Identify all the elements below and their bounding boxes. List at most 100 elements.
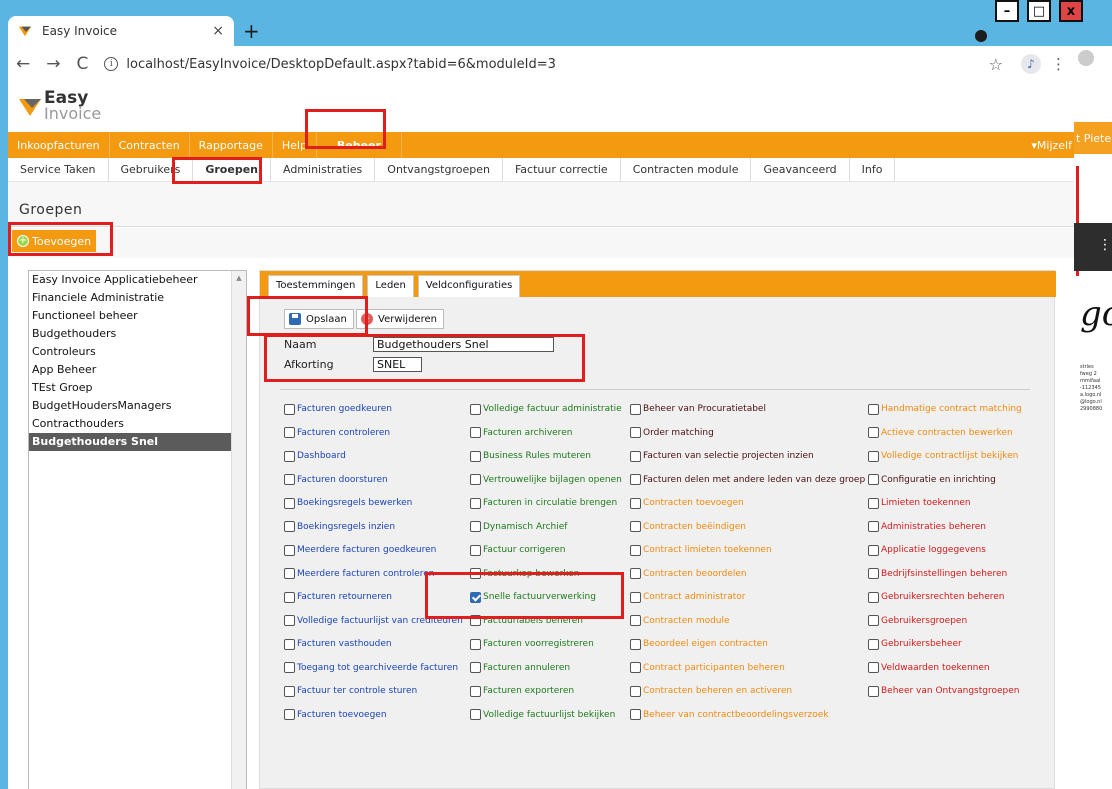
subnav-groepen[interactable]: Groepen — [193, 157, 271, 182]
checkbox[interactable] — [630, 450, 641, 462]
checkbox[interactable] — [284, 591, 295, 603]
scroll-up-icon[interactable]: ▲ — [232, 274, 246, 282]
permission-checkbox-row[interactable]: Facturen voorregistreren — [470, 636, 594, 652]
permission-checkbox-row[interactable]: Factuurlabels beheren — [470, 613, 583, 629]
permission-checkbox-row[interactable]: Volledige factuurlijst van crediteuren — [284, 613, 463, 629]
checkbox[interactable] — [630, 591, 641, 603]
permission-checkbox-row[interactable]: Veldwaarden toekennen — [868, 660, 990, 676]
permission-checkbox-row[interactable]: Meerdere facturen controleren — [284, 566, 434, 582]
permission-checkbox-row[interactable]: Beoordeel eigen contracten — [630, 636, 768, 652]
subnav-geavanceerd[interactable]: Geavanceerd — [751, 157, 850, 182]
permission-checkbox-row[interactable]: Applicatie loggegevens — [868, 542, 986, 558]
permission-checkbox-row[interactable]: Facturen exporteren — [470, 683, 574, 699]
extension-icon[interactable]: ♪ — [1021, 54, 1041, 74]
permission-checkbox-row[interactable]: Volledige factuur administratie — [470, 401, 622, 417]
permission-checkbox-row[interactable]: Volledige factuurlijst bekijken — [470, 707, 615, 723]
group-list-scrollbar[interactable]: ▲ — [231, 271, 246, 789]
delete-button[interactable]: – Verwijderen — [356, 309, 444, 329]
permission-checkbox-row[interactable]: Contracten toevoegen — [630, 495, 744, 511]
checkbox[interactable] — [470, 544, 481, 556]
checkbox[interactable] — [630, 497, 641, 509]
checkbox[interactable] — [284, 615, 295, 626]
permission-checkbox-row[interactable]: Gebruikersrechten beheren — [868, 589, 1005, 605]
permission-checkbox-row[interactable]: Facturen doorsturen — [284, 472, 388, 488]
permission-checkbox-row[interactable]: Contract administrator — [630, 589, 745, 605]
permission-checkbox-row[interactable]: Volledige contractlijst bekijken — [868, 448, 1018, 464]
checkbox[interactable] — [868, 568, 879, 579]
permission-checkbox-row[interactable]: Factuur corrigeren — [470, 542, 566, 558]
checkbox[interactable] — [630, 662, 641, 673]
permission-checkbox-row[interactable]: Facturen vasthouden — [284, 636, 392, 652]
checkbox[interactable] — [868, 544, 879, 556]
checkbox[interactable] — [470, 474, 481, 485]
checkbox[interactable] — [470, 662, 481, 673]
checkbox[interactable] — [868, 403, 879, 415]
checkbox[interactable] — [630, 638, 641, 650]
address-bar[interactable]: localhost/EasyInvoice/DesktopDefault.asp… — [126, 57, 988, 72]
checkbox[interactable] — [284, 709, 295, 720]
checkbox[interactable] — [868, 615, 879, 626]
checkbox[interactable] — [470, 521, 481, 532]
permission-checkbox-row[interactable]: Gebruikersbeheer — [868, 636, 962, 652]
checkbox[interactable] — [868, 427, 879, 438]
permission-checkbox-row[interactable]: Beheer van Ontvangstgroepen — [868, 683, 1019, 699]
permission-checkbox-row[interactable]: Dynamisch Archief — [470, 519, 567, 535]
permission-checkbox-row[interactable]: Contract participanten beheren — [630, 660, 785, 676]
checkbox[interactable] — [470, 568, 481, 579]
easy-invoice-logo[interactable]: Easy Invoice — [18, 82, 101, 130]
permission-checkbox-row[interactable]: Configuratie en inrichting — [868, 472, 996, 488]
checkbox[interactable] — [630, 568, 641, 579]
permission-checkbox-row[interactable]: Contracten beëindigen — [630, 519, 746, 535]
permission-checkbox-row[interactable]: Factuurkop bewerken — [470, 566, 579, 582]
permission-checkbox-row[interactable]: Handmatige contract matching — [868, 401, 1022, 417]
checkbox[interactable] — [630, 544, 641, 556]
permission-checkbox-row[interactable]: Facturen van selectie projecten inzien — [630, 448, 814, 464]
tab-toestemmingen[interactable]: Toestemmingen — [268, 275, 364, 297]
permission-checkbox-row[interactable]: Bedrijfsinstellingen beheren — [868, 566, 1007, 582]
checkbox[interactable] — [868, 662, 879, 673]
abbreviation-field[interactable] — [373, 357, 422, 372]
permission-checkbox-row[interactable]: Dashboard — [284, 448, 346, 464]
permission-checkbox-row[interactable]: Contracten beoordelen — [630, 566, 747, 582]
checkbox[interactable] — [868, 497, 879, 509]
permission-checkbox-row[interactable]: Business Rules muteren — [470, 448, 591, 464]
permission-checkbox-row[interactable]: Facturen toevoegen — [284, 707, 387, 723]
permission-checkbox-row[interactable]: Boekingsregels inzien — [284, 519, 395, 535]
checkbox[interactable] — [868, 638, 879, 650]
permission-checkbox-row[interactable]: Facturen goedkeuren — [284, 401, 392, 417]
add-group-button[interactable]: + Toevoegen — [12, 230, 97, 252]
subnav-administraties[interactable]: Administraties — [271, 157, 376, 182]
checkbox[interactable] — [470, 497, 481, 509]
tab-close-icon[interactable]: × — [212, 23, 224, 39]
bookmark-star-icon[interactable]: ☆ — [989, 55, 1003, 74]
checkbox[interactable] — [284, 427, 295, 438]
list-item[interactable]: Functioneel beheer — [29, 307, 231, 325]
checkbox[interactable] — [284, 685, 295, 697]
list-item[interactable]: Controleurs — [29, 343, 231, 361]
nav-rapportage[interactable]: Rapportage — [190, 132, 273, 158]
checkbox[interactable] — [470, 450, 481, 462]
forward-icon[interactable]: → — [46, 54, 60, 74]
checkbox[interactable] — [630, 521, 641, 532]
nav-inkoopfacturen[interactable]: Inkoopfacturen — [8, 132, 110, 158]
nav-beheer[interactable]: Beheer — [316, 132, 402, 158]
permission-checkbox-row[interactable]: Facturen retourneren — [284, 589, 392, 605]
list-item[interactable]: TEst Groep — [29, 379, 231, 397]
checkbox[interactable] — [470, 709, 481, 720]
checkbox[interactable] — [284, 544, 295, 556]
permission-checkbox-row[interactable]: Beheer van Procuratietabel — [630, 401, 766, 417]
permission-checkbox-row[interactable]: Facturen archiveren — [470, 425, 572, 441]
permission-checkbox-row[interactable]: Order matching — [630, 425, 714, 441]
tab-veldconfiguraties[interactable]: Veldconfiguraties — [417, 275, 521, 297]
permission-checkbox-row[interactable]: Facturen controleren — [284, 425, 390, 441]
checkbox[interactable] — [470, 615, 481, 626]
checkbox[interactable] — [868, 474, 879, 485]
checkbox[interactable] — [630, 427, 641, 438]
permission-checkbox-row[interactable]: Factuur ter controle sturen — [284, 683, 417, 699]
minimize-icon[interactable]: – — [995, 0, 1019, 22]
permission-checkbox-row[interactable]: Boekingsregels bewerken — [284, 495, 412, 511]
checkbox[interactable] — [470, 685, 481, 697]
permission-checkbox-row[interactable]: Toegang tot gearchiveerde facturen — [284, 660, 458, 676]
checkbox[interactable] — [284, 497, 295, 509]
subnav-info[interactable]: Info — [850, 157, 896, 182]
